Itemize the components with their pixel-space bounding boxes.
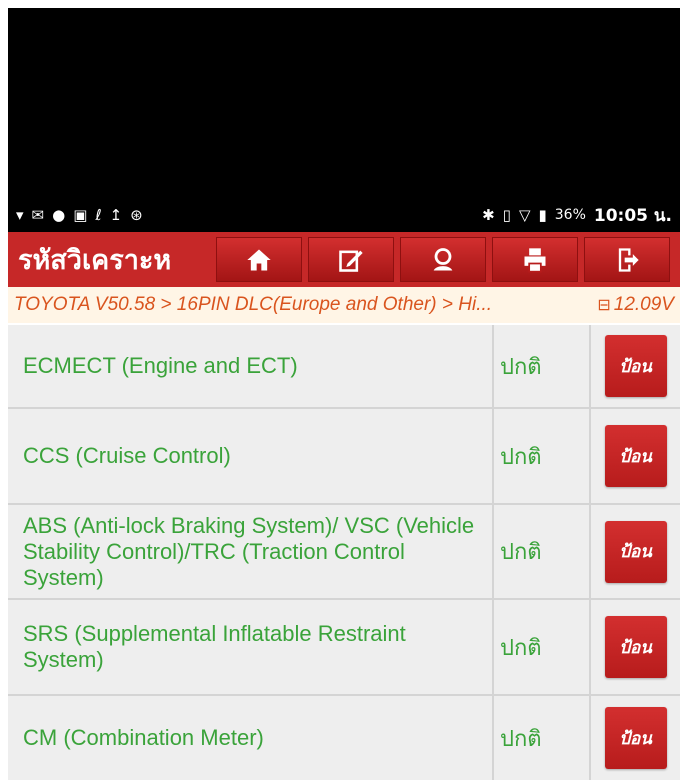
clock: 10:05 น. bbox=[593, 205, 672, 226]
enter-button[interactable]: ป้อน bbox=[604, 335, 667, 397]
enter-cell: ป้อน bbox=[591, 696, 680, 780]
status-bar: ▾ ✉ ● ▣ ℓ ↥ ⊛ ✱ ▯ ▽ ▮ 36% 10:05 น. bbox=[8, 198, 680, 232]
black-top-area bbox=[8, 8, 680, 198]
system-name: CM (Combination Meter) bbox=[8, 696, 494, 780]
system-status: ปกติ bbox=[494, 409, 591, 503]
enter-button[interactable]: ป้อน bbox=[604, 425, 667, 487]
system-row: SRS (Supplemental Inflatable Restraint S… bbox=[8, 600, 680, 696]
battery-voltage-icon: ⊟ bbox=[597, 297, 611, 314]
print-icon bbox=[524, 247, 546, 273]
page-title: รหัสวิเคราะห bbox=[18, 245, 172, 276]
status-icons-left: ▾ ✉ ● ▣ ℓ ↥ ⊛ bbox=[16, 205, 143, 224]
enter-button[interactable]: ป้อน bbox=[604, 616, 667, 678]
upload-icon: ↥ bbox=[109, 205, 123, 224]
system-row: ABS (Anti-lock Braking System)/ VSC (Veh… bbox=[8, 505, 680, 600]
image-icon: ▣ bbox=[73, 205, 88, 224]
home-icon bbox=[247, 249, 271, 270]
system-name: SRS (Supplemental Inflatable Restraint S… bbox=[8, 600, 494, 694]
edit-button[interactable] bbox=[308, 237, 394, 282]
system-list: ECMECT (Engine and ECT) ปกติ ป้อน CCS (C… bbox=[8, 325, 680, 780]
print-button[interactable] bbox=[492, 237, 578, 282]
enter-button[interactable]: ป้อน bbox=[604, 707, 667, 769]
system-name: ABS (Anti-lock Braking System)/ VSC (Veh… bbox=[8, 505, 494, 598]
bluetooth-circle-icon: ⊛ bbox=[130, 205, 143, 224]
system-name: CCS (Cruise Control) bbox=[8, 409, 494, 503]
enter-cell: ป้อน bbox=[591, 325, 680, 407]
stethoscope-icon: ℓ bbox=[95, 205, 102, 224]
system-status: ปกติ bbox=[494, 325, 591, 407]
wifi-icon: ▽ bbox=[518, 205, 531, 224]
system-row: CM (Combination Meter) ปกติ ป้อน bbox=[8, 696, 680, 780]
exit-button[interactable] bbox=[584, 237, 670, 282]
system-name: ECMECT (Engine and ECT) bbox=[8, 325, 494, 407]
toolbar: รหัสวิเคราะห bbox=[8, 232, 680, 287]
voltage-value: 12.09V bbox=[613, 294, 674, 315]
enter-cell: ป้อน bbox=[591, 600, 680, 694]
enter-cell: ป้อน bbox=[591, 409, 680, 503]
breadcrumb: TOYOTA V50.58 > 16PIN DLC(Europe and Oth… bbox=[8, 287, 680, 323]
voltage-indicator: ⊟ 12.09V bbox=[597, 294, 674, 316]
vibrate-icon: ▯ bbox=[502, 205, 511, 224]
battery-icon: ▮ bbox=[538, 205, 547, 224]
breadcrumb-path: TOYOTA V50.58 > 16PIN DLC(Europe and Oth… bbox=[14, 294, 493, 315]
bluetooth-icon: ✱ bbox=[482, 205, 495, 224]
battery-percent: 36% bbox=[554, 207, 586, 223]
system-status: ปกติ bbox=[494, 696, 591, 780]
support-icon bbox=[433, 247, 453, 270]
edit-icon bbox=[339, 250, 363, 272]
system-row: ECMECT (Engine and ECT) ปกติ ป้อน bbox=[8, 325, 680, 409]
mail-icon: ✉ bbox=[31, 205, 45, 224]
enter-button[interactable]: ป้อน bbox=[604, 520, 667, 583]
enter-cell: ป้อน bbox=[591, 505, 680, 598]
wifi-question-icon: ▾ bbox=[16, 205, 24, 224]
support-button[interactable] bbox=[400, 237, 486, 282]
system-row: CCS (Cruise Control) ปกติ ป้อน bbox=[8, 409, 680, 505]
exit-icon bbox=[618, 247, 639, 272]
chat-icon: ● bbox=[52, 205, 66, 224]
home-button[interactable] bbox=[216, 237, 302, 282]
system-status: ปกติ bbox=[494, 600, 591, 694]
system-status: ปกติ bbox=[494, 505, 591, 598]
status-icons-right: ✱ ▯ ▽ ▮ 36% 10:05 น. bbox=[482, 202, 672, 229]
